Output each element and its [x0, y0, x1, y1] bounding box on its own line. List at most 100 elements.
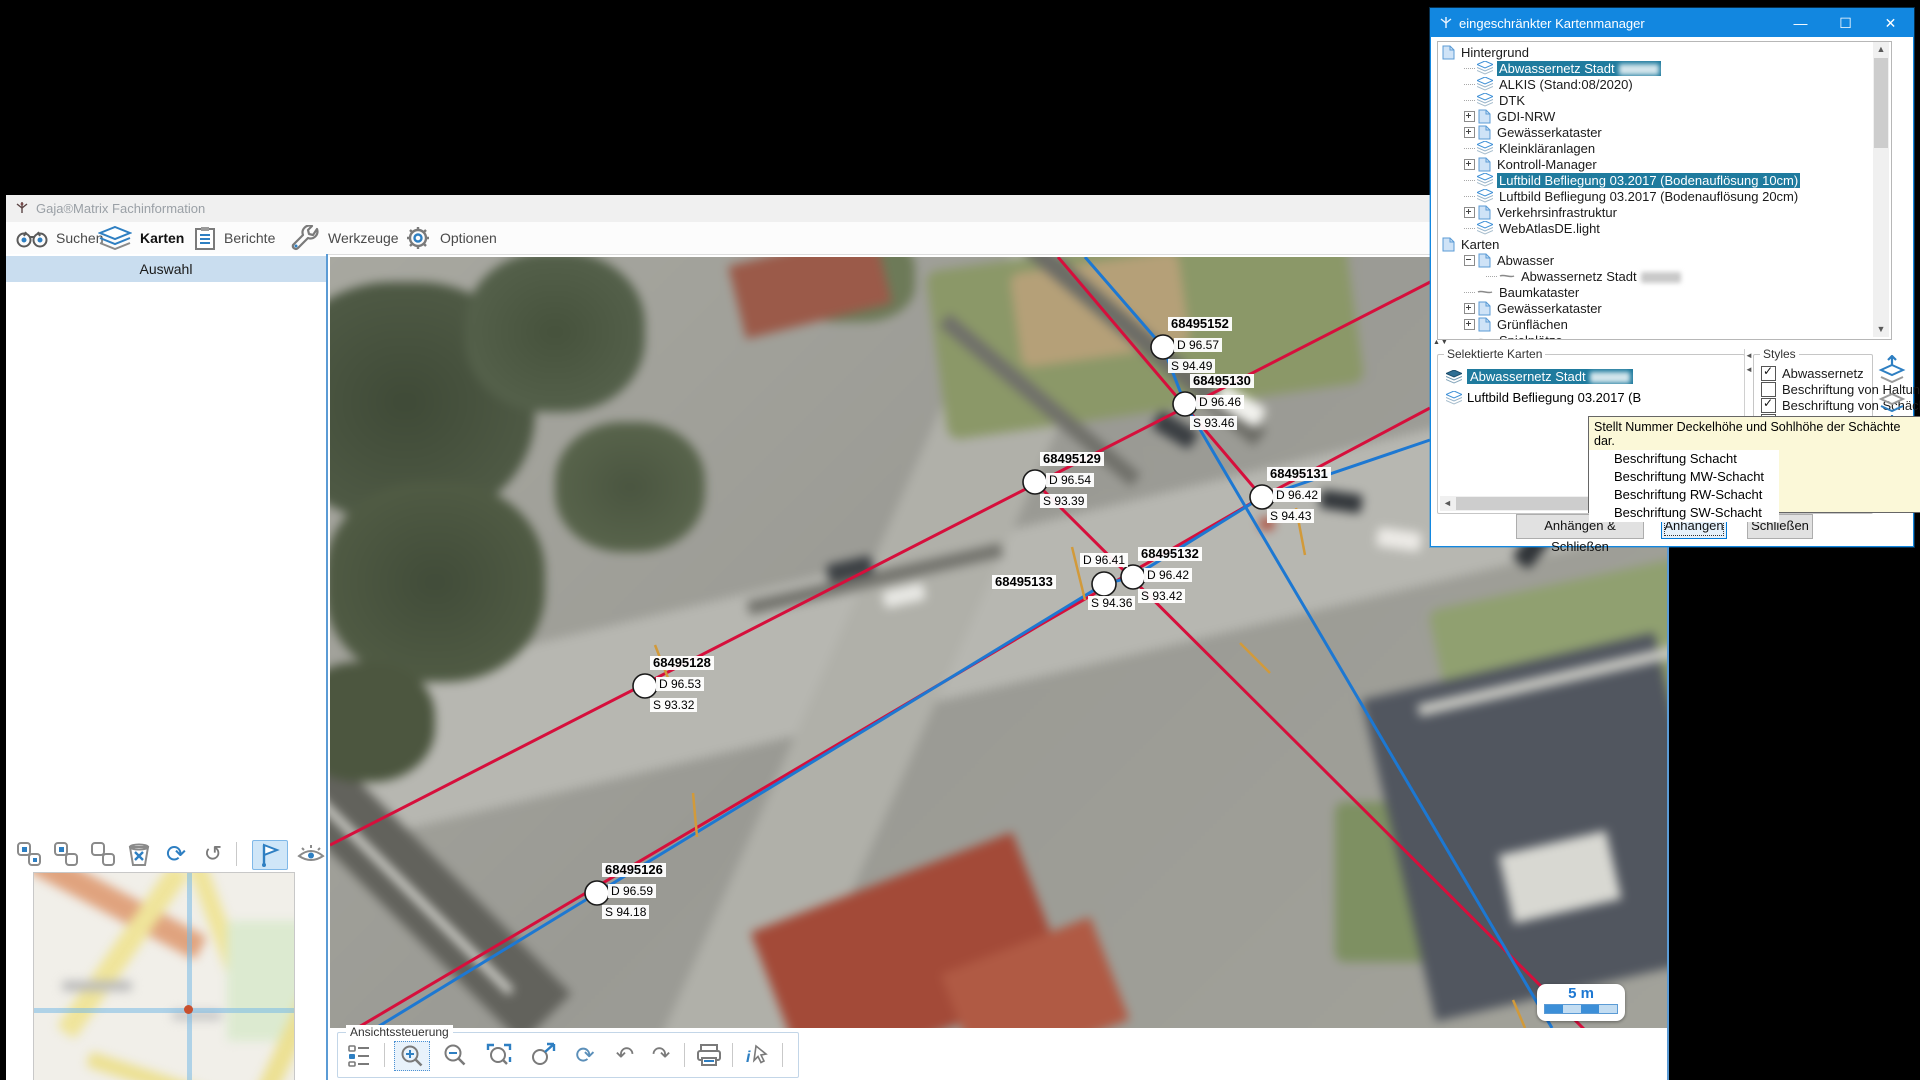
zoom-extent-button[interactable] [526, 1041, 560, 1069]
tree-item[interactable]: Gewässerkataster [1464, 124, 1604, 140]
maximize-button[interactable]: ☐ [1823, 9, 1868, 37]
tree-item[interactable]: Abwassernetz Stadt [1464, 60, 1661, 76]
line-icon [1477, 336, 1493, 340]
tree-item[interactable]: Grünflächen [1464, 316, 1570, 332]
expander-icon[interactable] [1464, 303, 1475, 314]
menu-werkzeuge[interactable]: Werkzeuge [290, 225, 399, 251]
node-depth-label: D 96.57 [1174, 338, 1222, 352]
tree-item[interactable]: Abwassernetz Stadt [1486, 268, 1683, 284]
tree-item[interactable]: WebAtlasDE.light [1464, 220, 1602, 236]
tree-item-label: Kleinkläranlagen [1497, 141, 1597, 156]
tree-guide [1464, 196, 1475, 197]
folder-icon [1478, 205, 1491, 220]
tree-item[interactable]: Hintergrund [1442, 44, 1531, 60]
map-scalebar: 5 m [1537, 984, 1625, 1021]
wrench-icon [290, 225, 320, 251]
expander-icon[interactable] [1464, 207, 1475, 218]
select-partial-button[interactable] [51, 840, 81, 868]
deselect-all-button[interactable] [88, 840, 118, 868]
checkbox-icon[interactable] [1761, 366, 1776, 381]
style-checkbox-row[interactable]: Abwassernetz [1761, 366, 1864, 381]
node-sole-label: S 93.32 [650, 698, 697, 712]
layer-tree: HintergrundAbwassernetz StadtALKIS (Stan… [1437, 41, 1892, 340]
layers-icon [1477, 61, 1493, 75]
minimap-position-dot [184, 1005, 193, 1014]
layers-icon [1477, 93, 1493, 107]
menu-karten[interactable]: Karten [98, 225, 184, 251]
expander-icon[interactable] [1464, 111, 1475, 122]
selected-map-item[interactable]: Abwassernetz Stadt [1446, 367, 1736, 386]
selected-map-item[interactable]: Luftbild Befliegung 03.2017 (B [1446, 388, 1736, 407]
layer-move-up-button[interactable] [1877, 354, 1907, 388]
menu-berichte[interactable]: Berichte [194, 225, 275, 251]
tree-item[interactable]: Luftbild Befliegung 03.2017 (Bodenauflös… [1464, 172, 1800, 188]
tree-item[interactable]: Abwasser [1464, 252, 1556, 268]
tree-item-label: Gewässerkataster [1495, 301, 1604, 316]
scalebar-bar [1544, 1004, 1618, 1014]
tree-item[interactable]: Karten [1442, 236, 1501, 252]
menu-suchen[interactable]: Suchen [16, 225, 103, 251]
tree-item[interactable]: Spielplätze [1464, 332, 1565, 340]
minimize-button[interactable]: — [1778, 9, 1823, 37]
node-sole-label: S 94.49 [1168, 359, 1215, 373]
selected-maps-title: Selektierte Karten [1444, 347, 1545, 361]
tree-item[interactable]: DTK [1464, 92, 1527, 108]
divider [684, 1043, 685, 1067]
expander-icon[interactable] [1464, 127, 1475, 138]
zoom-out-button[interactable] [438, 1041, 472, 1069]
selected-map-label: Luftbild Befliegung 03.2017 (B [1467, 390, 1641, 405]
zoom-in-button[interactable] [394, 1041, 430, 1071]
node-sole-label: S 93.46 [1190, 416, 1237, 430]
tree-item[interactable]: Kleinkläranlagen [1464, 140, 1597, 156]
expander-icon[interactable] [1464, 159, 1475, 170]
expander-icon[interactable] [1464, 319, 1475, 330]
legend-list-button[interactable] [342, 1041, 376, 1069]
delete-selection-button[interactable] [124, 840, 154, 868]
layers-icon [98, 226, 132, 250]
layers-icon [1477, 221, 1493, 235]
minimap-crosshair-horizontal [34, 1008, 294, 1013]
tree-item[interactable]: Gewässerkataster [1464, 300, 1604, 316]
tree-item[interactable]: ALKIS (Stand:08/2020) [1464, 76, 1635, 92]
folder-icon [1442, 45, 1455, 60]
menu-optionen[interactable]: Optionen [404, 225, 497, 251]
tree-item[interactable]: Baumkataster [1464, 284, 1581, 300]
print-button[interactable] [692, 1041, 726, 1069]
undo-view-button[interactable]: ↶ [608, 1041, 642, 1069]
splitter-grip[interactable]: ▲▼ [1433, 339, 1449, 346]
tree-item-label: Kontroll-Manager [1495, 157, 1599, 172]
select-all-button[interactable] [14, 840, 44, 868]
close-button[interactable]: ✕ [1868, 9, 1913, 37]
redacted-text [1619, 64, 1659, 75]
tree-guide [1464, 228, 1475, 229]
layers-icon [1477, 141, 1493, 155]
node-depth-label: D 96.42 [1273, 488, 1321, 502]
zoom-rectangle-button[interactable] [482, 1041, 516, 1069]
tree-item[interactable]: Verkehrsinfrastruktur [1464, 204, 1619, 220]
tree-item[interactable]: GDI-NRW [1464, 108, 1557, 124]
app-logo-icon [15, 201, 29, 215]
refresh-view-button[interactable]: ⟳ [568, 1041, 602, 1069]
layers-icon [1446, 370, 1462, 384]
refresh-selection-button[interactable]: ⟳ [161, 840, 191, 868]
tree-scrollbar[interactable]: ▲ ▼ [1873, 42, 1889, 337]
node-id-label: 68495131 [1267, 467, 1331, 481]
tree-item[interactable]: Luftbild Befliegung 03.2017 (Bodenauflös… [1464, 188, 1800, 204]
node-id-label: 68495132 [1138, 547, 1202, 561]
tree-item-label: WebAtlasDE.light [1497, 221, 1602, 236]
redacted-text [1641, 272, 1681, 283]
info-cursor-button[interactable]: i [740, 1041, 774, 1069]
checkbox-icon[interactable] [1761, 398, 1776, 413]
undo-selection-button[interactable]: ↺ [198, 840, 228, 868]
visibility-button[interactable] [296, 840, 326, 868]
dialog-title-bar[interactable]: eingeschränkter Kartenmanager — ☐ ✕ [1431, 9, 1913, 37]
node-depth-label: D 96.46 [1196, 395, 1244, 409]
checkbox-icon[interactable] [1761, 382, 1776, 397]
tree-item-label: DTK [1497, 93, 1527, 108]
main-menubar: Suchen Karten Berichte Werkzeuge [6, 222, 1667, 255]
redo-view-button[interactable]: ↷ [644, 1041, 678, 1069]
flag-tool-button[interactable] [252, 840, 288, 870]
overview-minimap[interactable] [33, 872, 295, 1080]
expander-icon[interactable] [1464, 255, 1475, 266]
tree-item[interactable]: Kontroll-Manager [1464, 156, 1599, 172]
